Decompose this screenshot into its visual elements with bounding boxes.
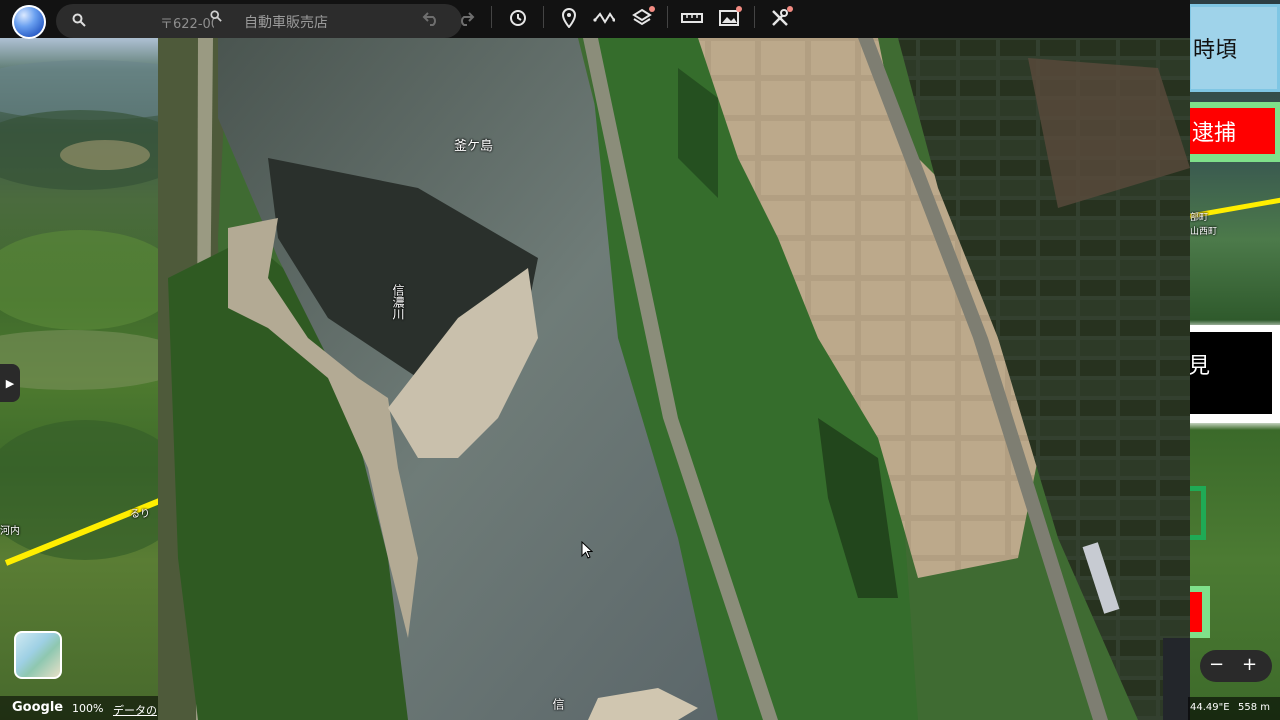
scale-readout: 558 m [1238, 702, 1271, 713]
overlay-green-bracket [1188, 486, 1206, 540]
tools-icon[interactable] [767, 5, 793, 31]
map-label: 河内 [0, 526, 20, 537]
history-icon[interactable] [505, 5, 531, 31]
coordinate-readout: 44.49"E [1190, 702, 1230, 713]
river-label-shinano-bottom[interactable]: 信 [550, 698, 567, 710]
overlay-text-box: 時頃 [1188, 4, 1280, 92]
overlay-text: 逮捕 [1192, 121, 1237, 146]
map-label: るり [130, 509, 150, 520]
toolbar-divider [667, 6, 668, 28]
placemark-icon[interactable] [556, 5, 582, 31]
satellite-map-view[interactable]: 釜ケ島 信濃川 信 [158, 38, 1190, 720]
map-label: 部町 [1190, 213, 1209, 223]
overlay-text: 見 [1188, 354, 1211, 379]
search-icon [72, 13, 86, 31]
expand-panel-button[interactable]: ▶ [0, 364, 20, 402]
image-overlay-icon[interactable] [716, 5, 742, 31]
satellite-image [158, 38, 1190, 720]
mouse-cursor-icon [581, 541, 593, 559]
place-label-kamagashima[interactable]: 釜ケ島 [454, 135, 493, 154]
path-icon[interactable] [591, 5, 617, 31]
ruler-icon[interactable] [679, 5, 705, 31]
zoom-out-button[interactable]: − [1209, 654, 1224, 675]
search-query-text: 〒622-00 [160, 17, 214, 32]
overlay-text: 時頃 [1193, 38, 1238, 63]
overlay-alert-box: 逮捕 [1188, 102, 1280, 162]
toolbar-divider [491, 6, 492, 28]
chevron-right-icon: ▶ [5, 376, 15, 390]
left-earth-view[interactable]: 河内 るり [0, 0, 160, 720]
earth-logo-icon[interactable] [12, 5, 46, 39]
search-icon [210, 10, 222, 26]
zoom-in-button[interactable]: + [1242, 654, 1257, 675]
search-box[interactable]: 〒622-00 自動車販売店 [56, 4, 462, 38]
notification-dot [787, 6, 793, 12]
notification-dot [736, 6, 742, 12]
undo-icon[interactable] [418, 5, 444, 31]
map-label: 山西町 [1190, 227, 1218, 237]
search-placeholder: 自動車販売店 [244, 15, 328, 31]
redo-icon[interactable] [453, 5, 479, 31]
overlay-black-box: 見 [1188, 325, 1280, 423]
map-style-button[interactable] [14, 631, 62, 679]
notification-dot [649, 6, 655, 12]
river-label-shinano[interactable]: 信濃川 [390, 284, 407, 320]
overlay-red-block [1188, 586, 1210, 638]
zoom-percentage: 100% [72, 702, 104, 715]
google-logo: Google [12, 700, 64, 715]
data-attribution-link[interactable]: データの提供 [113, 702, 157, 718]
layers-icon[interactable] [629, 5, 655, 31]
toolbar-divider [543, 6, 544, 28]
zoom-control: − + [1200, 650, 1272, 682]
toolbar-divider [754, 6, 755, 28]
